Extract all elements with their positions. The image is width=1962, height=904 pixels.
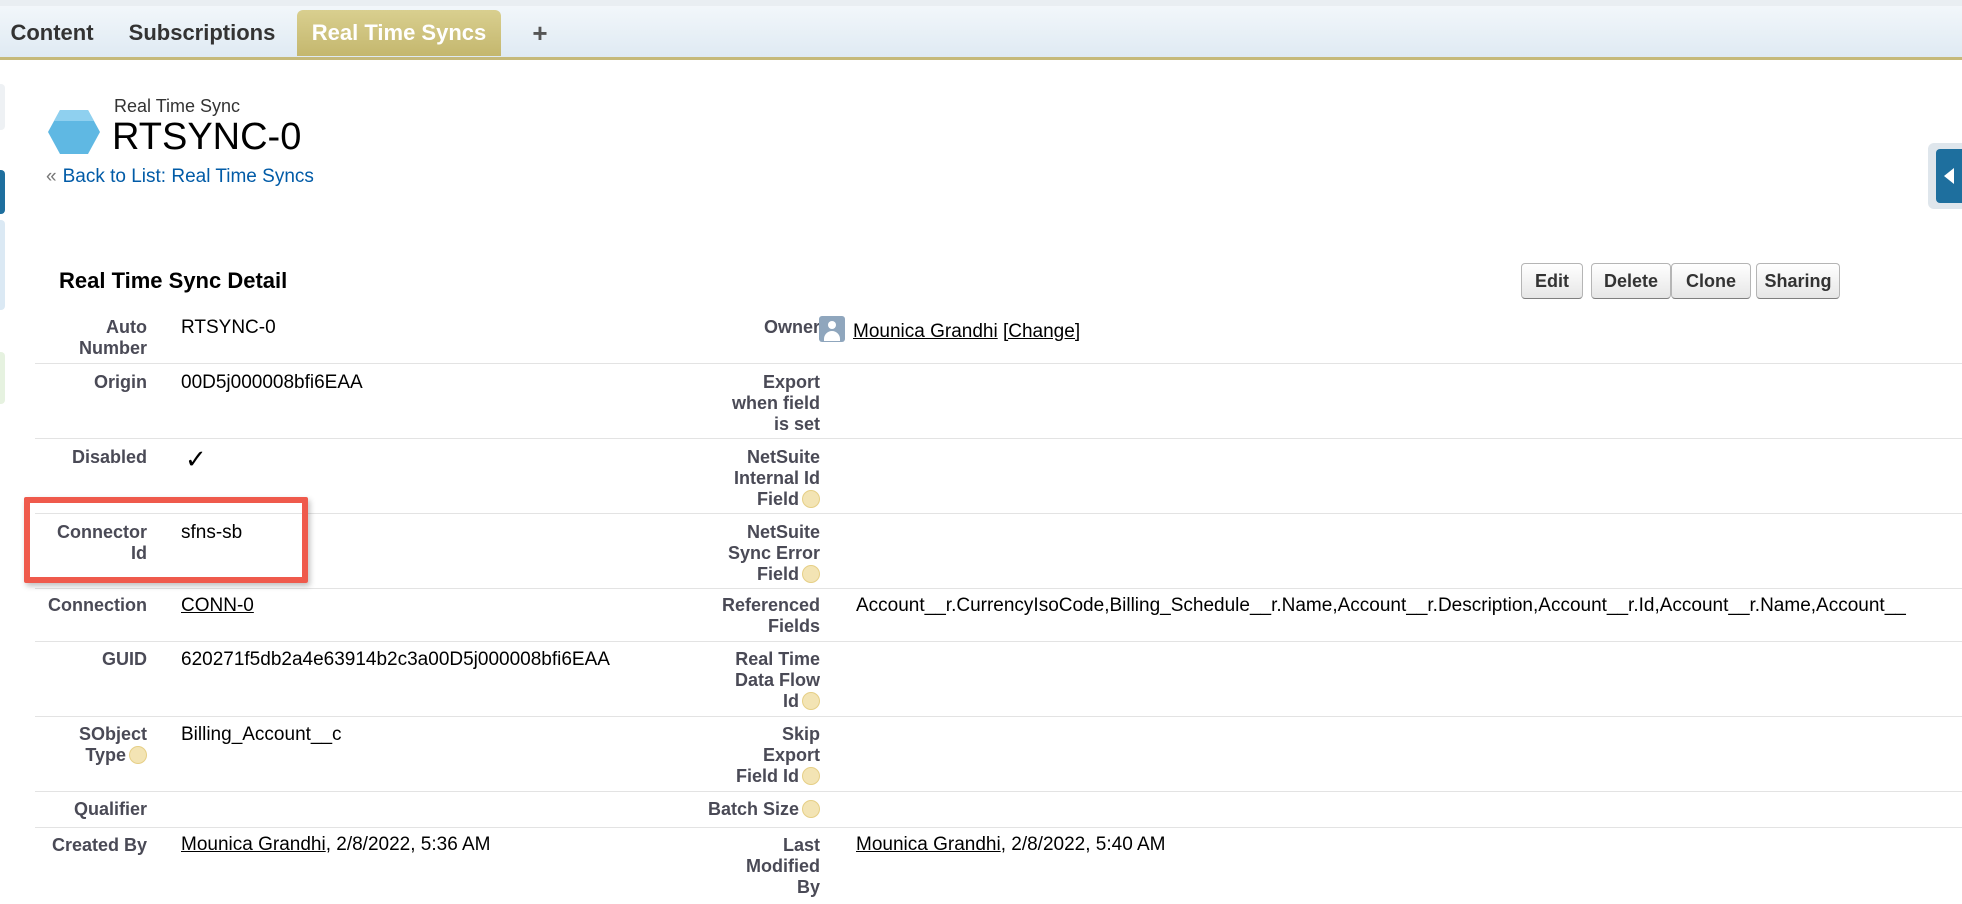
created-by-user-link[interactable]: Mounica Grandhi xyxy=(181,834,326,855)
detail-row-origin: Origin 00D5j000008bfi6EAA Export when fie… xyxy=(35,364,1962,439)
referenced-fields-value: Account__r.CurrencyIsoCode,Billing_Sched… xyxy=(856,595,1906,616)
section-title: Real Time Sync Detail xyxy=(59,268,288,293)
guid-value: 620271f5db2a4e63914b2c3a00D5j000008bfi6E… xyxy=(181,649,610,670)
netsuite-internal-id-field-label: NetSuite Internal Id Field xyxy=(733,447,820,509)
sidebar-edge-strip xyxy=(0,84,5,130)
last-modified-by-user-link[interactable]: Mounica Grandhi xyxy=(856,834,1001,855)
last-modified-by-date: , 2/8/2022, 5:40 AM xyxy=(1000,834,1166,855)
tab-real-time-syncs[interactable]: Real Time Syncs xyxy=(297,10,501,56)
netsuite-sync-error-field-label: NetSuite Sync Error Field xyxy=(727,522,820,584)
export-when-field-is-set-label: Export when field is set xyxy=(731,372,820,434)
created-by-label: Created By xyxy=(51,835,147,855)
connection-link[interactable]: CONN-0 xyxy=(181,595,254,616)
help-icon[interactable] xyxy=(802,800,820,818)
back-to-list-link[interactable]: «Back to List: Real Time Syncs xyxy=(46,166,314,188)
sharing-button[interactable]: Sharing xyxy=(1756,263,1840,299)
origin-label: Origin xyxy=(94,372,147,392)
connector-id-highlight-box xyxy=(24,497,308,583)
sidebar-collapse-handle[interactable] xyxy=(1928,143,1962,209)
owner-change-link[interactable]: [Change] xyxy=(1003,321,1080,342)
connection-label: Connection xyxy=(48,595,147,615)
detail-row-connector-id: Connector Id sfns-sb NetSuite Sync Error Fi… xyxy=(35,514,1962,589)
sobject-type-value: Billing_Account__c xyxy=(181,724,342,745)
page-title: RTSYNC-0 xyxy=(112,116,302,158)
collapse-arrow-icon xyxy=(1944,168,1954,184)
back-chevron: « xyxy=(46,166,57,187)
help-icon[interactable] xyxy=(802,565,820,583)
last-modified-by-label: Last Modified By xyxy=(746,835,820,897)
detail-row-auto-number: Auto Number RTSYNC-0 Owner Mounica Grandh… xyxy=(35,308,1962,364)
back-to-list-text: Back to List: Real Time Syncs xyxy=(62,166,314,187)
qualifier-label: Qualifier xyxy=(73,799,147,819)
tab-bar-top-strip xyxy=(0,0,1962,6)
disabled-label: Disabled xyxy=(71,447,147,467)
created-by-date: , 2/8/2022, 5:36 AM xyxy=(325,834,491,855)
disabled-checkmark-icon: ✓ xyxy=(185,444,207,474)
hexagon-object-icon xyxy=(48,110,100,154)
tab-bar: Content Subscriptions Real Time Syncs + xyxy=(0,0,1962,60)
add-tab-plus-icon[interactable]: + xyxy=(520,10,560,56)
sobject-type-label: SObject Type xyxy=(78,724,147,765)
owner-label: Owner xyxy=(763,317,820,337)
detail-row-qualifier: Qualifier Batch Size xyxy=(35,792,1962,828)
created-by-value: Mounica Grandhi, 2/8/2022, 5:36 AM xyxy=(181,834,491,856)
owner-value: Mounica Grandhi [Change] xyxy=(819,316,1080,343)
object-type-label: Real Time Sync xyxy=(114,96,241,116)
connection-value: CONN-0 xyxy=(181,595,254,617)
help-icon[interactable] xyxy=(802,490,820,508)
detail-row-sobject-type: SObject Type Billing_Account__c Skip Expor… xyxy=(35,717,1962,792)
auto-number-label: Auto Number xyxy=(78,317,147,358)
delete-button[interactable]: Delete xyxy=(1591,263,1671,299)
referenced-fields-label: Referenced Fields xyxy=(721,595,820,636)
sidebar-edge-panel-green xyxy=(0,352,5,404)
collapse-handle-inner xyxy=(1936,149,1962,203)
batch-size-label: Batch Size xyxy=(645,799,820,820)
tab-subscriptions[interactable]: Subscriptions xyxy=(120,10,284,56)
auto-number-value: RTSYNC-0 xyxy=(181,317,276,338)
guid-label: GUID xyxy=(102,649,147,669)
sidebar-edge-accent xyxy=(0,170,5,214)
help-icon[interactable] xyxy=(802,692,820,710)
real-time-data-flow-id-label: Real Time Data Flow Id xyxy=(734,649,820,711)
sidebar-edge-panel xyxy=(0,220,5,310)
detail-row-created-by: Created By Mounica Grandhi, 2/8/2022, 5:… xyxy=(35,828,1962,904)
clone-button[interactable]: Clone xyxy=(1671,263,1751,299)
origin-value: 00D5j000008bfi6EAA xyxy=(181,372,363,393)
edit-button[interactable]: Edit xyxy=(1521,263,1583,299)
owner-name-link[interactable]: Mounica Grandhi xyxy=(853,321,998,342)
tab-content[interactable]: Content xyxy=(0,10,104,56)
help-icon[interactable] xyxy=(129,746,147,764)
help-icon[interactable] xyxy=(802,767,820,785)
user-avatar-icon xyxy=(819,316,845,342)
detail-row-connection: Connection CONN-0 Referenced Fields Accou… xyxy=(35,589,1962,642)
detail-row-guid: GUID 620271f5db2a4e63914b2c3a00D5j000008… xyxy=(35,642,1962,717)
last-modified-by-value: Mounica Grandhi, 2/8/2022, 5:40 AM xyxy=(856,834,1166,856)
detail-row-disabled: Disabled ✓ NetSuite Internal Id Field xyxy=(35,439,1962,514)
skip-export-field-id-label: Skip Export Field Id xyxy=(736,724,820,786)
